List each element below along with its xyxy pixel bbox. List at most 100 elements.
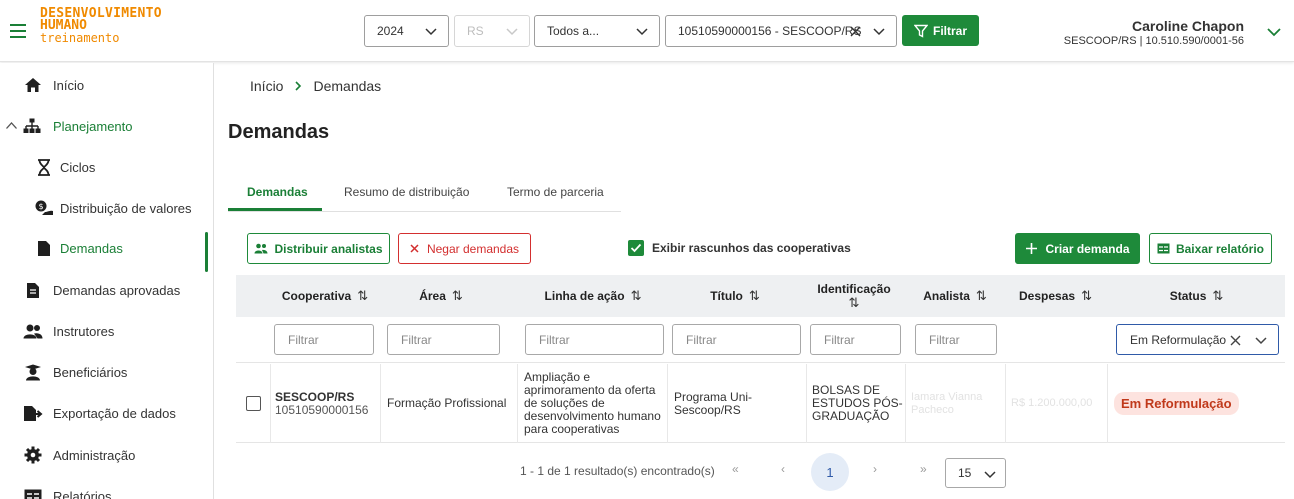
column-header-area[interactable]: Área ⇅ [380, 275, 502, 317]
breadcrumb: Início Demandas [250, 78, 381, 94]
column-header-status[interactable]: Status ⇅ [1108, 275, 1285, 317]
column-header-despesas[interactable]: Despesas ⇅ [1005, 275, 1106, 317]
state-select[interactable]: RS [454, 15, 530, 47]
sidebar-item-label: Ciclos [60, 159, 96, 175]
divider [667, 364, 668, 443]
cell-linha-acao: Ampliação e aprimoramento da oferta de s… [524, 370, 661, 436]
user-name: Caroline Chapon [1131, 18, 1244, 34]
chevron-down-icon [873, 28, 885, 36]
divider [270, 364, 271, 443]
funnel-icon [913, 24, 928, 38]
distribute-analysts-button[interactable]: Distribuir analistas [247, 233, 390, 264]
chevron-right-icon [295, 81, 302, 91]
sort-icon[interactable]: ⇅ [631, 289, 642, 303]
column-header-cooperativa[interactable]: Cooperativa ⇅ [270, 275, 380, 317]
menu-icon[interactable] [10, 24, 26, 38]
tab-demandas[interactable]: Demandas [247, 185, 308, 199]
sidebar-item-instrutores[interactable]: Instrutores [0, 311, 213, 351]
table-row[interactable]: SESCOOP/RS 10510590000156 Formação Profi… [236, 364, 1285, 443]
sidebar-item-administracao[interactable]: Administração [0, 435, 213, 475]
top-header: DESENVOLVIMENTO HUMANO treinamento 2024 … [0, 0, 1294, 62]
sidebar-item-label: Instrutores [53, 323, 115, 339]
tab-bar: Demandas Resumo de distribuição Termo de… [228, 176, 621, 212]
last-page-icon[interactable]: » [920, 462, 927, 476]
file-icon [34, 238, 54, 258]
next-page-icon[interactable]: › [873, 462, 877, 476]
filter-button[interactable]: Filtrar [902, 15, 979, 46]
column-header-linha-acao[interactable]: Linha de ação ⇅ [519, 275, 667, 317]
sort-icon[interactable]: ⇅ [1081, 289, 1092, 303]
show-drafts-checkbox[interactable]: Exibir rascunhos das cooperativas [628, 240, 851, 256]
clear-icon[interactable] [1229, 334, 1242, 347]
sidebar-item-exportacao[interactable]: Exportação de dados [0, 393, 213, 433]
filter-analista-input[interactable]: Filtrar [915, 324, 997, 355]
breadcrumb-home[interactable]: Início [250, 78, 283, 94]
row-checkbox[interactable] [246, 396, 261, 411]
sidebar-item-label: Beneficiários [53, 364, 128, 380]
sort-icon[interactable]: ⇅ [849, 296, 860, 310]
active-tab-indicator [228, 208, 322, 211]
column-header-titulo[interactable]: Título ⇅ [667, 275, 803, 317]
sidebar-item-label: Demandas [60, 240, 123, 256]
filter-linha-acao-input[interactable]: Filtrar [525, 324, 664, 355]
tab-resumo-distribuicao[interactable]: Resumo de distribuição [344, 185, 469, 199]
sort-icon[interactable]: ⇅ [749, 289, 760, 303]
filter-cooperativa-input[interactable]: Filtrar [274, 324, 374, 355]
sidebar-item-inicio[interactable]: Início [0, 65, 213, 105]
divider [905, 364, 906, 443]
divider [380, 364, 381, 443]
sidebar-item-relatorios[interactable]: Relatórios [0, 476, 213, 499]
user-info[interactable]: Caroline Chapon SESCOOP/RS | 10.510.590/… [1064, 18, 1244, 47]
deny-demands-button[interactable]: Negar demandas [398, 233, 531, 264]
status-badge: Em Reformulação [1114, 392, 1239, 415]
column-label: Status [1169, 289, 1207, 303]
chevron-down-icon[interactable] [1266, 26, 1282, 38]
sort-icon[interactable]: ⇅ [976, 289, 987, 303]
sidebar-item-distribuicao[interactable]: $ Distribuição de valores [0, 188, 213, 228]
table-icon [23, 486, 43, 499]
filter-placeholder: Filtrar [288, 332, 319, 347]
clear-icon[interactable] [849, 25, 862, 38]
sort-icon[interactable]: ⇅ [1212, 289, 1223, 303]
cooperative-id: 10510590000156 [275, 402, 369, 417]
table-icon [1157, 243, 1170, 254]
logo-line-3: treinamento [40, 31, 120, 45]
checkbox-checked-icon[interactable] [628, 240, 644, 256]
download-report-button[interactable]: Baixar relatório [1149, 233, 1272, 264]
sidebar-item-label: Distribuição de valores [60, 200, 192, 216]
filter-status-select[interactable]: Em Reformulação [1116, 324, 1279, 355]
column-header-identificacao[interactable]: Identificação ⇅ [806, 275, 902, 317]
pagination-page-1[interactable]: 1 [811, 453, 849, 491]
prev-page-icon[interactable]: ‹ [781, 462, 785, 476]
year-select[interactable]: 2024 [364, 15, 449, 47]
filter-area-input[interactable]: Filtrar [387, 324, 500, 355]
deny-demands-label: Negar demandas [426, 241, 520, 256]
sort-icon[interactable]: ⇅ [357, 289, 368, 303]
page-size-select[interactable]: 15 [945, 458, 1006, 488]
cooperative-select[interactable]: 10510590000156 - SESCOOP/RS [665, 15, 897, 47]
chevron-down-icon [506, 28, 518, 36]
filter-titulo-input[interactable]: Filtrar [672, 324, 801, 355]
table-header: Cooperativa ⇅ Área ⇅ Linha de ação ⇅ Título… [236, 275, 1285, 317]
file-export-icon [23, 403, 43, 423]
sidebar-item-beneficiarios[interactable]: Beneficiários [0, 352, 213, 392]
tab-termo-parceria[interactable]: Termo de parceria [507, 185, 604, 199]
create-demand-button[interactable]: Criar demanda [1015, 233, 1140, 264]
sidebar-item-label: Exportação de dados [53, 405, 176, 421]
all-select[interactable]: Todos a... [534, 15, 660, 47]
column-label: Cooperativa [281, 289, 352, 303]
money-hand-icon: $ [34, 198, 54, 218]
page-title: Demandas [228, 121, 330, 143]
first-page-icon[interactable]: « [732, 462, 739, 476]
column-header-analista[interactable]: Analista ⇅ [905, 275, 1005, 317]
sidebar-item-ciclos[interactable]: Ciclos [0, 147, 213, 187]
app-logo[interactable]: DESENVOLVIMENTO HUMANO treinamento [40, 7, 162, 45]
sidebar-item-label: Início [53, 77, 85, 93]
sidebar-item-demandas-aprovadas[interactable]: Demandas aprovadas [0, 270, 213, 310]
cooperative-select-value: 10510590000156 - SESCOOP/RS [678, 24, 862, 38]
sort-icon[interactable]: ⇅ [452, 289, 463, 303]
sidebar-item-demandas[interactable]: Demandas [0, 228, 213, 272]
sidebar-item-planejamento[interactable]: Planejamento [0, 106, 213, 146]
filter-identificacao-input[interactable]: Filtrar [810, 324, 901, 355]
plus-icon [1026, 243, 1038, 254]
